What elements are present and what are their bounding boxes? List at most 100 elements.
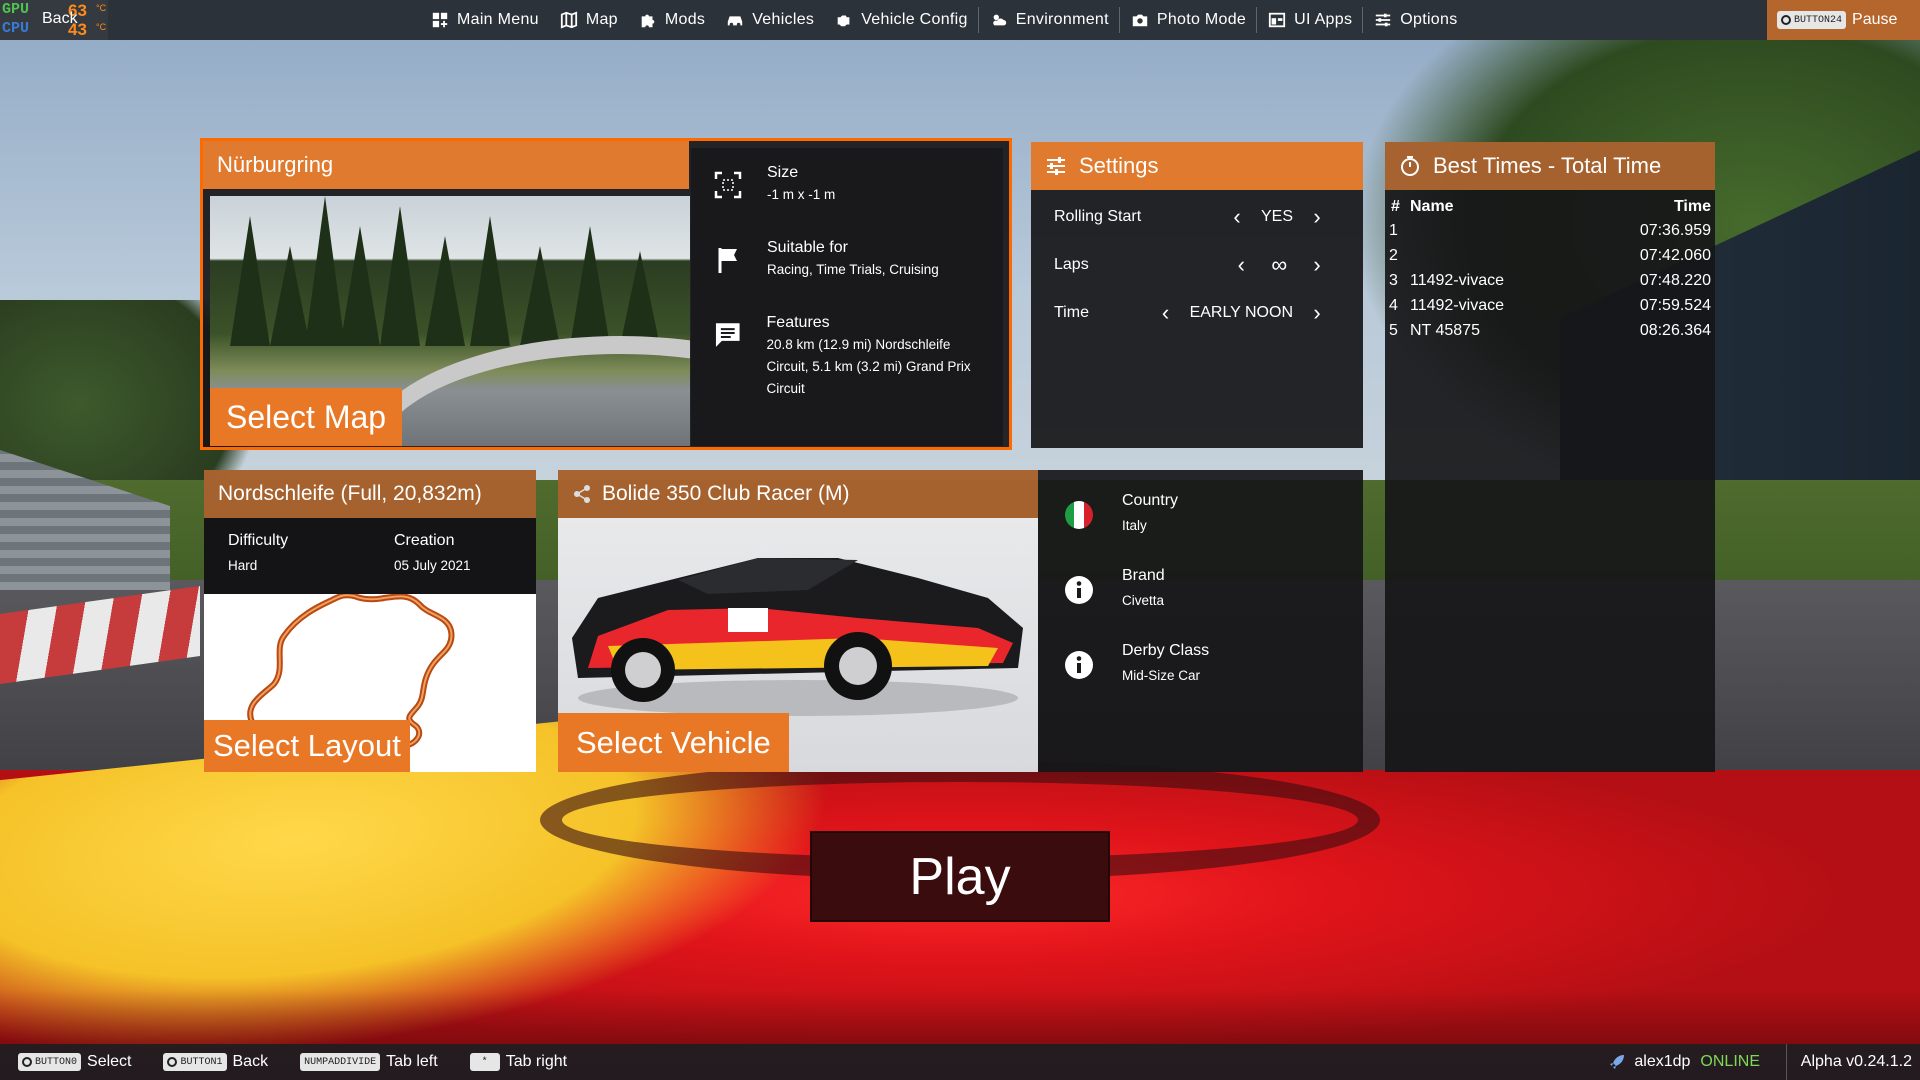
temp-unit: °C bbox=[96, 22, 107, 32]
hint-tab-right[interactable]: * Tab right bbox=[469, 1053, 567, 1071]
pause-button[interactable]: BUTTON24 Pause bbox=[1767, 0, 1920, 40]
layout-title: Nordschleife (Full, 20,832m) bbox=[218, 482, 482, 505]
keyboard-key-badge: NUMPADDIVIDE bbox=[300, 1053, 381, 1071]
flag-icon bbox=[718, 248, 737, 273]
setting-value: EARLY NOON bbox=[1189, 304, 1293, 321]
class-value: Mid-Size Car bbox=[1122, 668, 1201, 683]
col-name: Name bbox=[1410, 198, 1454, 215]
menu-ui-apps[interactable]: UI Apps bbox=[1257, 0, 1362, 40]
class-title: Derby Class bbox=[1122, 642, 1210, 659]
menu-label: Environment bbox=[1015, 11, 1109, 28]
menu-label: Vehicle Config bbox=[861, 11, 968, 28]
features-title: Features bbox=[766, 314, 830, 331]
select-map-button[interactable]: Select Map bbox=[210, 388, 403, 446]
sliders-icon bbox=[1047, 157, 1065, 175]
gpu-label: GPU bbox=[2, 1, 30, 18]
map-suitable-row: Suitable for Racing, Time Trials, Cruisi… bbox=[691, 239, 991, 281]
badge-label: * bbox=[481, 1056, 488, 1068]
badge-label: BUTTON0 bbox=[35, 1056, 78, 1068]
map-icon bbox=[560, 11, 577, 29]
menu-environment[interactable]: Environment bbox=[979, 0, 1119, 40]
apps-icon bbox=[1269, 12, 1286, 28]
rocket-icon bbox=[1610, 1055, 1625, 1069]
vehicle-class-row: Derby Class Mid-Size Car bbox=[1038, 642, 1363, 683]
cpu-label: CPU bbox=[2, 20, 30, 37]
hint-select[interactable]: BUTTON0 Select bbox=[18, 1053, 131, 1071]
hint-label: Select bbox=[87, 1053, 132, 1070]
menu-vehicles[interactable]: Vehicles bbox=[715, 0, 824, 40]
controller-button-badge: BUTTON1 bbox=[163, 1053, 227, 1071]
map-title-header: Nürburgring bbox=[203, 141, 689, 189]
best-times-panel: Best Times - Total Time # Name Time 1 07… bbox=[1385, 142, 1715, 772]
difficulty-value: Hard bbox=[228, 558, 258, 573]
pause-label: Pause bbox=[1852, 11, 1898, 28]
creation-value: 05 July 2021 bbox=[394, 558, 471, 573]
user-status[interactable]: alex1dp ONLINE bbox=[1608, 1044, 1760, 1080]
map-features-row: Features 20.8 km (12.9 mi) Nordschleife … bbox=[691, 314, 991, 400]
difficulty-block: Difficulty Hard bbox=[228, 532, 288, 573]
menu-options[interactable]: Options bbox=[1363, 0, 1467, 40]
menu-mods[interactable]: Mods bbox=[628, 0, 715, 40]
menu-label: Vehicles bbox=[752, 11, 815, 28]
col-time: Time bbox=[1673, 198, 1711, 215]
chat-bubble-icon bbox=[715, 323, 740, 347]
row-time: 07:36.959 bbox=[1639, 222, 1711, 239]
chevron-left-icon[interactable]: ‹ bbox=[1231, 252, 1251, 278]
version-label: Alpha v0.24.1.2 bbox=[1785, 1044, 1912, 1080]
engine-icon bbox=[837, 15, 850, 27]
setting-rolling-start: Rolling Start ‹ YES › bbox=[1031, 197, 1363, 237]
brand-title: Brand bbox=[1122, 567, 1165, 584]
share-nodes-icon bbox=[574, 485, 590, 503]
badge-label: NUMPADDIVIDE bbox=[304, 1056, 377, 1068]
badge-label: BUTTON1 bbox=[180, 1056, 223, 1068]
map-info: Size -1 m x -1 m Suitable for Racing, Ti… bbox=[691, 148, 1003, 446]
menu-label: Photo Mode bbox=[1156, 11, 1247, 28]
menu-label: Options bbox=[1400, 11, 1458, 28]
menu-map[interactable]: Map bbox=[549, 0, 628, 40]
setting-value: YES bbox=[1260, 208, 1293, 225]
country-value: Italy bbox=[1122, 518, 1147, 533]
menu-label: Mods bbox=[664, 11, 706, 28]
menu-photo-mode[interactable]: Photo Mode bbox=[1120, 0, 1256, 40]
setting-value: ∞ bbox=[1271, 252, 1287, 277]
select-vehicle-button[interactable]: Select Vehicle bbox=[558, 713, 789, 772]
menu-vehicle-config[interactable]: Vehicle Config bbox=[824, 0, 978, 40]
map-panel[interactable]: Nürburgring Select Map Size -1 m x -1 m … bbox=[200, 138, 1012, 450]
size-value: -1 m x -1 m bbox=[767, 187, 836, 202]
size-title: Size bbox=[767, 164, 799, 181]
chevron-left-icon[interactable]: ‹ bbox=[1227, 204, 1247, 230]
chevron-right-icon[interactable]: › bbox=[1307, 300, 1327, 326]
table-row: 2 07:42.060 bbox=[1385, 247, 1715, 272]
info-icon bbox=[1065, 576, 1093, 604]
creation-block: Creation 05 July 2021 bbox=[394, 532, 471, 573]
chevron-left-icon[interactable]: ‹ bbox=[1156, 300, 1176, 326]
suitable-title: Suitable for bbox=[767, 239, 848, 256]
row-rank: 3 bbox=[1389, 272, 1398, 289]
hint-back[interactable]: BUTTON1 Back bbox=[163, 1053, 268, 1071]
hint-tab-left[interactable]: NUMPADDIVIDE Tab left bbox=[300, 1053, 438, 1071]
controller-button-badge: BUTTON24 bbox=[1777, 11, 1847, 29]
play-button[interactable]: Play bbox=[810, 831, 1110, 922]
settings-header: Settings bbox=[1031, 142, 1363, 190]
difficulty-title: Difficulty bbox=[228, 532, 289, 549]
hint-label: Tab left bbox=[386, 1053, 438, 1070]
select-vehicle-label: Select Vehicle bbox=[576, 724, 771, 760]
row-rank: 1 bbox=[1389, 222, 1398, 239]
select-layout-label: Select Layout bbox=[213, 728, 401, 763]
best-times-header: Best Times - Total Time bbox=[1385, 142, 1715, 190]
chevron-right-icon[interactable]: › bbox=[1307, 204, 1327, 230]
select-layout-button[interactable]: Select Layout bbox=[204, 720, 410, 772]
sliders-icon bbox=[1376, 13, 1391, 27]
vehicle-panel[interactable]: Bolide 350 Club Racer (M) Select Vehicle bbox=[558, 470, 1038, 772]
setting-label: Laps bbox=[1054, 256, 1089, 273]
back-button[interactable]: Back bbox=[28, 10, 78, 28]
resize-icon bbox=[714, 171, 742, 199]
top-menu-bar: GPU CPU 63 43 °C °C Back Main Menu Map M… bbox=[0, 0, 1920, 40]
table-row: 3 11492-vivace 07:48.220 bbox=[1385, 272, 1715, 297]
bottom-hint-bar: BUTTON0 Select BUTTON1 Back NUMPADDIVIDE… bbox=[0, 1044, 1920, 1080]
menu-main-menu[interactable]: Main Menu bbox=[420, 0, 549, 40]
layout-panel[interactable]: Nordschleife (Full, 20,832m) Difficulty … bbox=[204, 470, 536, 772]
chevron-right-icon[interactable]: › bbox=[1307, 252, 1327, 278]
best-times-title: Best Times - Total Time bbox=[1433, 153, 1662, 178]
vehicle-country-row: Country Italy bbox=[1038, 492, 1363, 533]
